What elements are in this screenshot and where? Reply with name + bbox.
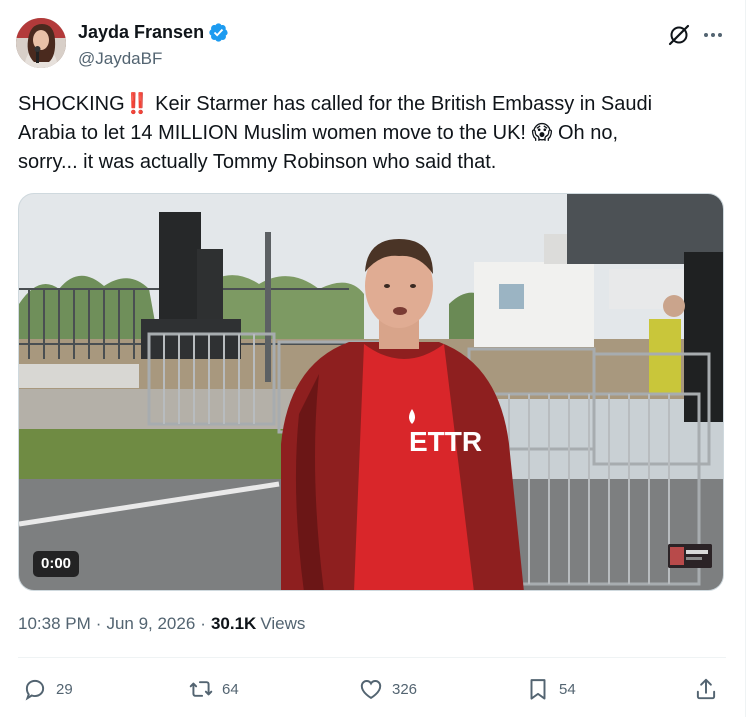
meta-separator: · (95, 614, 102, 633)
tweet-meta: 10:38 PM · Jun 9, 2026 · 30.1K Views (18, 614, 305, 634)
tweet-text-line2-end: Oh no, (552, 122, 619, 144)
bookmark-icon (530, 679, 546, 700)
meta-separator: · (200, 614, 206, 633)
reply-icon (25, 679, 45, 701)
shirt-logo-text: ETTR (409, 426, 482, 457)
repost-icon (189, 681, 213, 697)
tweet-text-line1-rest: Keir Starmer has called for the British … (149, 93, 653, 115)
grok-icon[interactable] (666, 22, 692, 48)
channel-watermark (668, 544, 712, 568)
video-frame: ETTR (19, 194, 723, 590)
views-label: Views (260, 614, 306, 633)
name-row: Jayda Fransen (78, 22, 229, 43)
tweet-text-line2: Arabia to let 14 MILLION Muslim women mo… (18, 122, 532, 144)
double-exclamation-emoji: ‼️ (124, 93, 150, 115)
divider (18, 657, 726, 658)
like-count: 326 (392, 680, 418, 698)
repost-count: 64 (222, 680, 239, 698)
tweet-text: SHOCKING‼️ Keir Starmer has called for t… (18, 90, 718, 177)
author-name[interactable]: Jayda Fransen (78, 22, 204, 43)
bookmark-count: 54 (559, 680, 576, 698)
more-icon[interactable] (698, 22, 728, 48)
scream-emoji: 😱 (531, 122, 553, 144)
video-duration: 0:00 (33, 551, 80, 577)
tweet-text-line3: sorry... it was actually Tommy Robinson … (18, 151, 497, 173)
repost-button[interactable]: 64 (188, 672, 239, 706)
like-button[interactable]: 326 (358, 672, 417, 706)
tweet-date[interactable]: Jun 9, 2026 (106, 614, 195, 634)
tweet-card: Jayda Fransen @JaydaBF SHOCKING‼️ Keir S… (0, 0, 746, 717)
avatar[interactable] (16, 18, 66, 68)
tweet-time[interactable]: 10:38 PM (18, 614, 91, 634)
share-icon (696, 678, 716, 700)
tweet-header: Jayda Fransen @JaydaBF (16, 18, 728, 70)
like-icon (360, 680, 382, 700)
reply-button[interactable]: 29 (22, 672, 73, 706)
share-button[interactable] (693, 672, 719, 706)
tweet-text-line1: SHOCKING (18, 93, 125, 115)
verified-badge-icon[interactable] (208, 22, 229, 43)
reply-count: 29 (56, 680, 73, 698)
author-handle[interactable]: @JaydaBF (78, 49, 162, 69)
video-player[interactable]: ETTR 0:00 (18, 193, 724, 591)
views-count: 30.1K (210, 614, 257, 633)
bookmark-button[interactable]: 54 (525, 672, 576, 706)
action-bar: 29 64 326 54 (18, 672, 724, 706)
